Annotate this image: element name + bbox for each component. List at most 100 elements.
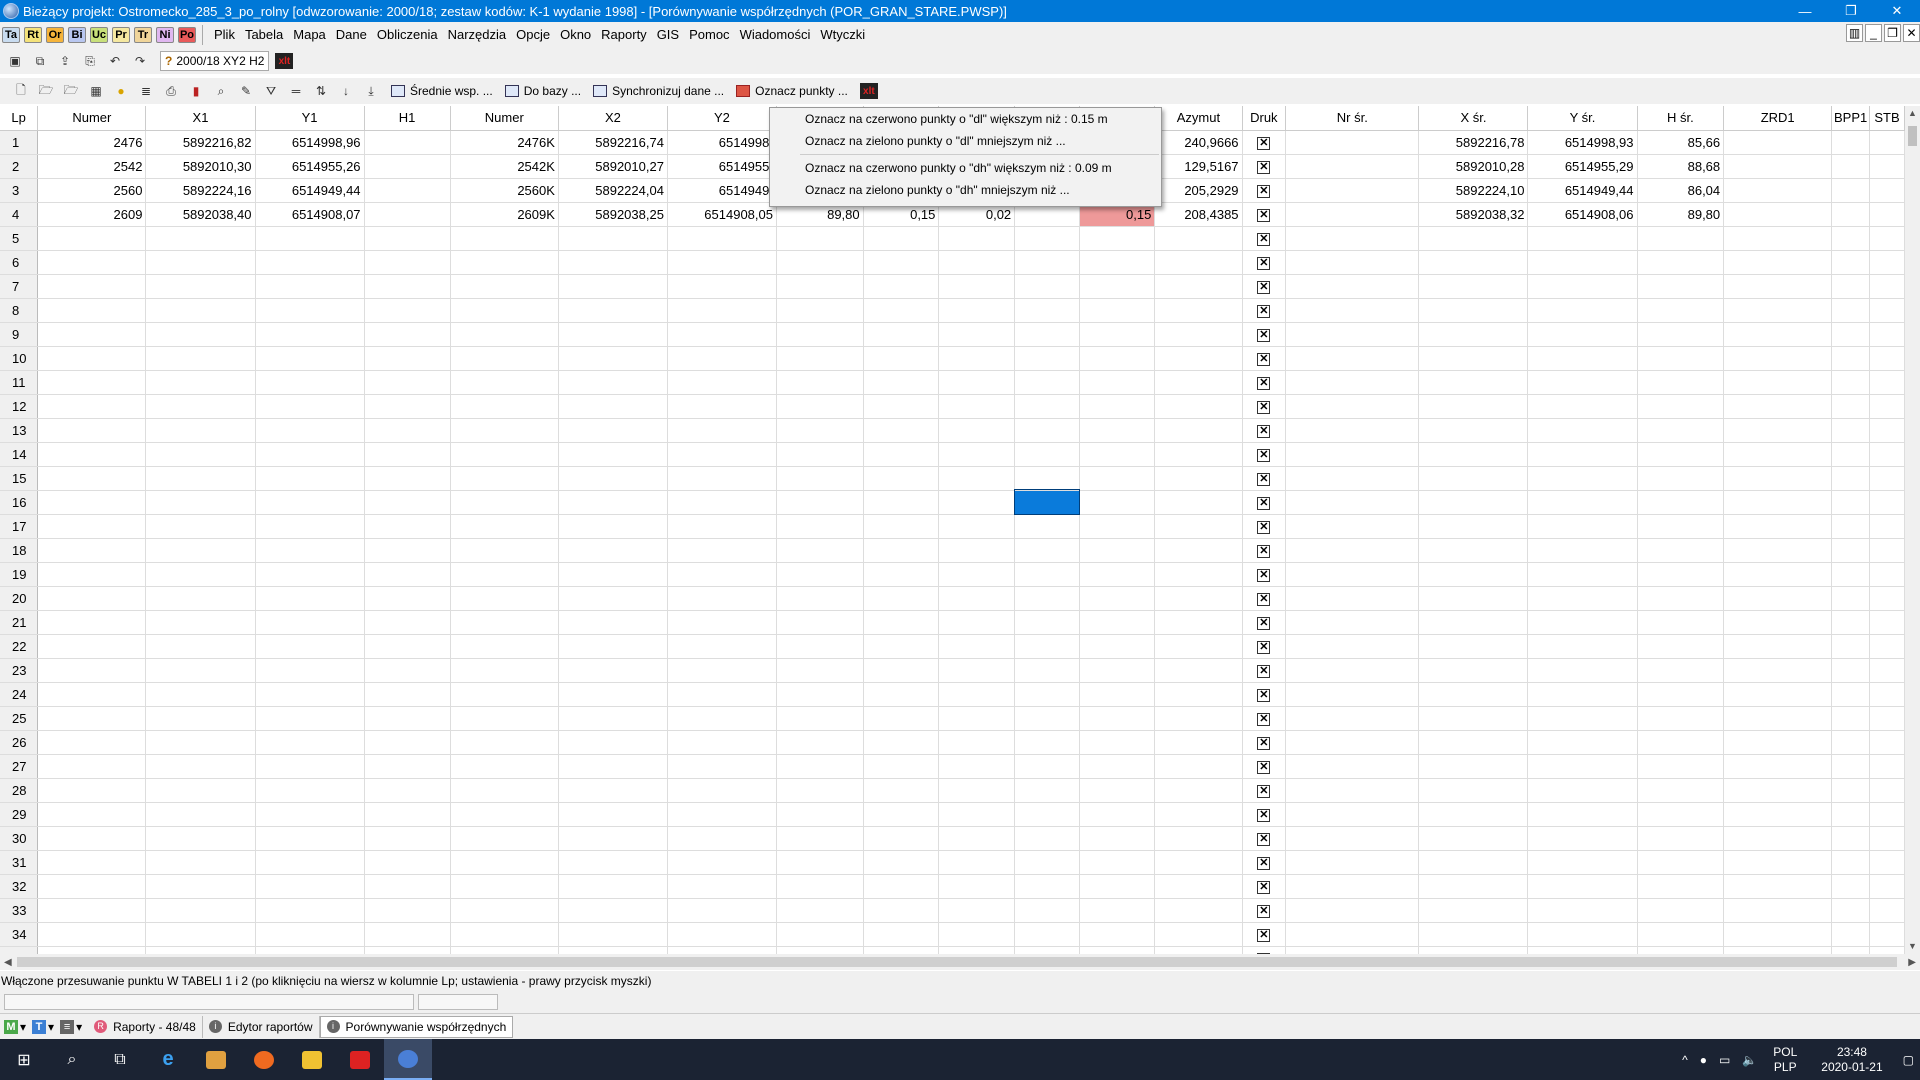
grid-cell[interactable] xyxy=(364,442,451,467)
grid-cell[interactable] xyxy=(863,754,940,779)
grid-cell[interactable] xyxy=(1637,514,1725,539)
grid-cell[interactable] xyxy=(1637,370,1725,395)
grid-cell[interactable] xyxy=(364,634,451,659)
grid-cell[interactable] xyxy=(37,562,147,587)
grid-cell[interactable] xyxy=(37,874,147,899)
table-row[interactable]: 14 ✕ xyxy=(0,442,1905,467)
cell-x2[interactable]: 5892216,74 xyxy=(558,130,668,155)
cell-druk[interactable]: ✕ xyxy=(1242,178,1287,203)
cell-y-sr[interactable]: 6514908,06 xyxy=(1527,202,1638,227)
grid-cell[interactable] xyxy=(1723,778,1833,803)
cell-x1[interactable]: 5892038,40 xyxy=(145,202,256,227)
grid-cell[interactable] xyxy=(938,946,1016,954)
grid-cell[interactable] xyxy=(1869,538,1905,563)
download-icon[interactable]: ⤓ xyxy=(360,81,382,101)
grid-cell[interactable] xyxy=(37,466,147,491)
grid-cell[interactable] xyxy=(255,490,365,515)
grid-cell[interactable] xyxy=(1285,346,1420,371)
grid-cell[interactable] xyxy=(1154,826,1243,851)
grid-cell[interactable] xyxy=(1527,634,1638,659)
cell-druk[interactable]: ✕ xyxy=(1242,826,1287,851)
grid-cell[interactable] xyxy=(450,514,559,539)
grid-cell[interactable] xyxy=(1637,850,1725,875)
grid-cell[interactable] xyxy=(37,490,147,515)
grid-cell[interactable] xyxy=(364,610,451,635)
edge-browser-icon[interactable]: e xyxy=(144,1039,192,1080)
grid-cell[interactable] xyxy=(145,946,256,954)
grid-cell[interactable] xyxy=(37,658,147,683)
grid-cell[interactable] xyxy=(1527,778,1638,803)
grid-cell[interactable] xyxy=(558,226,668,251)
grid-cell[interactable] xyxy=(255,826,365,851)
grid-cell[interactable] xyxy=(776,274,864,299)
grid-cell[interactable] xyxy=(145,682,256,707)
grid-cell[interactable] xyxy=(450,418,559,443)
grid-cell[interactable] xyxy=(364,826,451,851)
grid-cell[interactable] xyxy=(776,346,864,371)
cell-zrd1[interactable] xyxy=(1723,202,1833,227)
module-pr[interactable]: Pr xyxy=(112,27,130,43)
grid-cell[interactable] xyxy=(938,370,1016,395)
cell-druk[interactable]: ✕ xyxy=(1242,154,1287,179)
grid-cell[interactable] xyxy=(37,226,147,251)
selected-cell[interactable] xyxy=(1013,489,1081,515)
cell-lp[interactable]: 15 xyxy=(0,466,39,491)
grid-cell[interactable] xyxy=(1831,538,1871,563)
grid-cell[interactable] xyxy=(776,610,864,635)
grid-cell[interactable] xyxy=(558,514,668,539)
grid-cell[interactable] xyxy=(1869,922,1905,947)
grid-cell[interactable] xyxy=(364,466,451,491)
grid-cell[interactable] xyxy=(863,322,940,347)
grid-cell[interactable] xyxy=(255,586,365,611)
equal-icon[interactable]: ═ xyxy=(285,81,307,101)
cell-h1[interactable] xyxy=(364,130,451,155)
grid-cell[interactable] xyxy=(1869,682,1905,707)
grid-cell[interactable] xyxy=(938,826,1016,851)
grid-cell[interactable] xyxy=(1079,298,1156,323)
grid-cell[interactable] xyxy=(1418,706,1529,731)
grid-cell[interactable] xyxy=(255,730,365,755)
grid-cell[interactable] xyxy=(145,370,256,395)
col-zrd1[interactable]: ZRD1 xyxy=(1723,106,1833,131)
cell-bpp1[interactable] xyxy=(1831,154,1871,179)
grid-cell[interactable] xyxy=(863,850,940,875)
grid-cell[interactable] xyxy=(1869,514,1905,539)
grid-cell[interactable] xyxy=(145,538,256,563)
grid-cell[interactable] xyxy=(1527,682,1638,707)
grid-cell[interactable] xyxy=(145,922,256,947)
druk-checkbox[interactable]: ✕ xyxy=(1257,137,1271,150)
grid-cell[interactable] xyxy=(255,610,365,635)
druk-checkbox[interactable]: ✕ xyxy=(1257,305,1271,318)
grid-cell[interactable] xyxy=(1527,706,1638,731)
grid-cell[interactable] xyxy=(1637,658,1725,683)
tab-raporty[interactable]: R Raporty - 48/48 xyxy=(88,1015,203,1038)
cell-lp[interactable]: 20 xyxy=(0,586,39,611)
cell-druk[interactable]: ✕ xyxy=(1242,346,1287,371)
grid-cell[interactable] xyxy=(37,370,147,395)
grid-cell[interactable] xyxy=(1637,634,1725,659)
menu-okno[interactable]: Okno xyxy=(555,22,596,48)
grid-cell[interactable] xyxy=(1014,634,1080,659)
import-icon[interactable]: ⇪ xyxy=(54,51,76,71)
grid-cell[interactable] xyxy=(1637,538,1725,563)
grid-cell[interactable] xyxy=(364,778,451,803)
grid-cell[interactable] xyxy=(938,658,1016,683)
grid-cell[interactable] xyxy=(1079,826,1156,851)
grid-cell[interactable] xyxy=(1079,418,1156,443)
grid-cell[interactable] xyxy=(1285,922,1420,947)
grid-cell[interactable] xyxy=(938,466,1016,491)
grid-cell[interactable] xyxy=(1154,730,1243,755)
redo-icon[interactable]: ↷ xyxy=(129,51,151,71)
grid-cell[interactable] xyxy=(667,586,777,611)
grid-cell[interactable] xyxy=(1014,322,1080,347)
grid-cell[interactable] xyxy=(364,298,451,323)
cell-druk[interactable]: ✕ xyxy=(1242,466,1287,491)
scroll-down-icon[interactable]: ▼ xyxy=(1905,939,1920,954)
menu-raporty[interactable]: Raporty xyxy=(596,22,652,48)
grid-cell[interactable] xyxy=(1014,370,1080,395)
cell-bpp1[interactable] xyxy=(1831,178,1871,203)
grid-cell[interactable] xyxy=(1527,826,1638,851)
grid-cell[interactable] xyxy=(1869,466,1905,491)
grid-cell[interactable] xyxy=(255,250,365,275)
table-row[interactable]: 18 ✕ xyxy=(0,538,1905,563)
